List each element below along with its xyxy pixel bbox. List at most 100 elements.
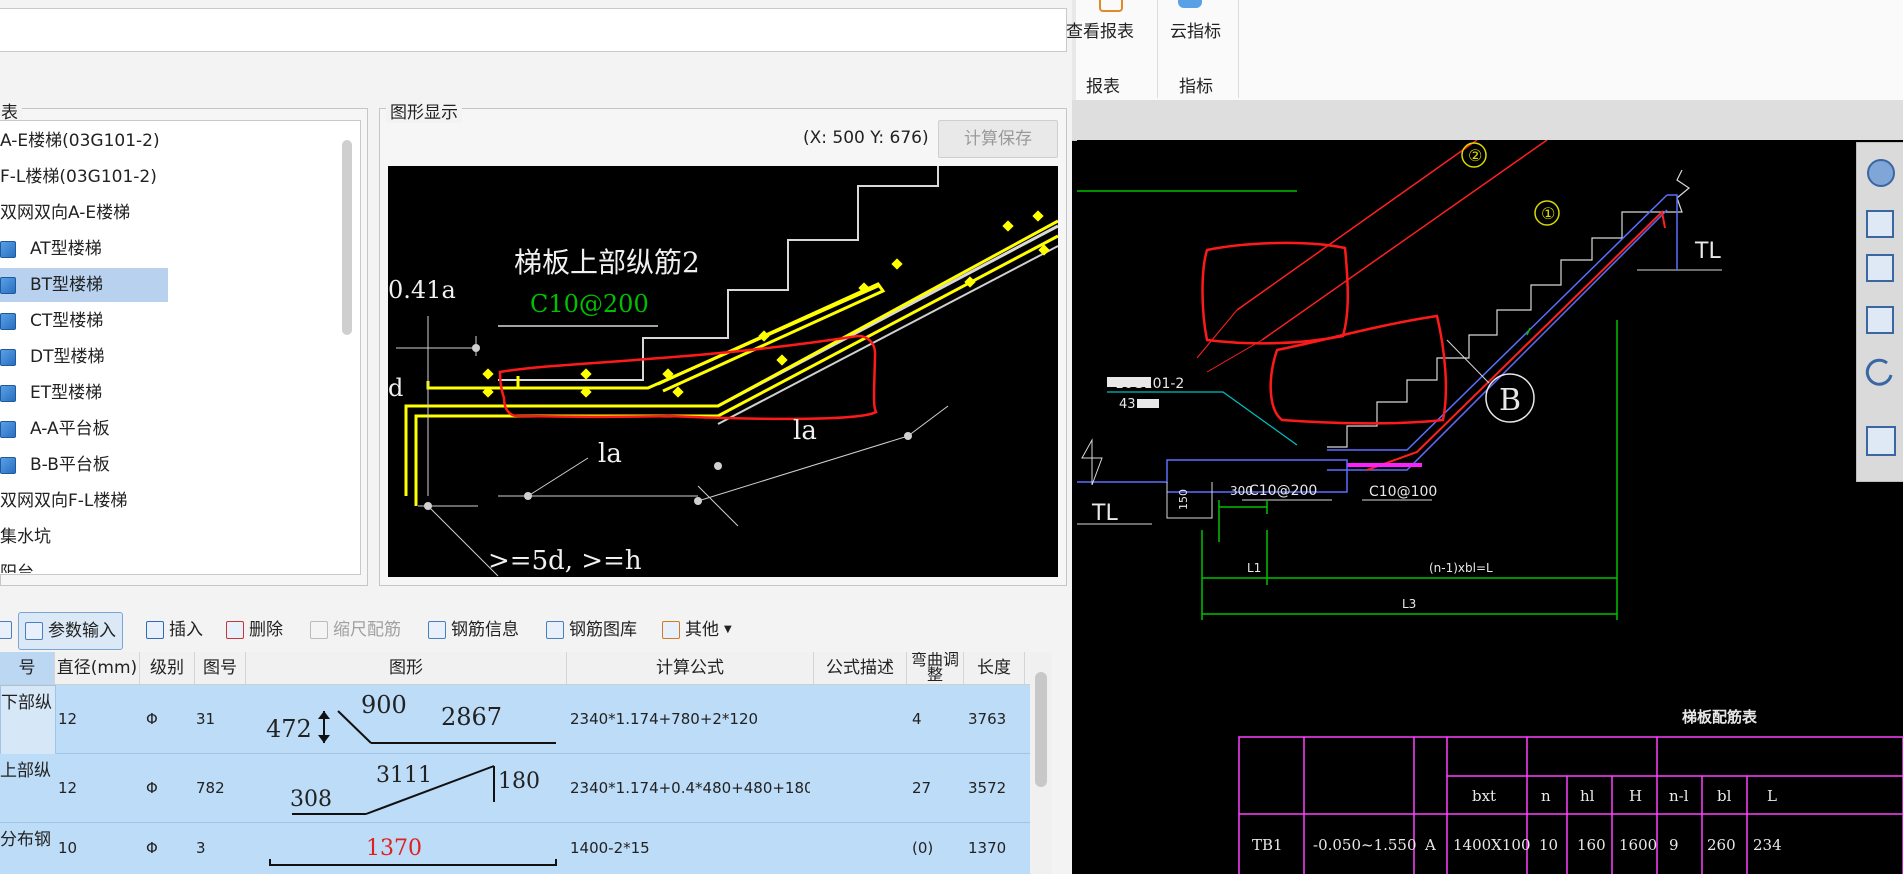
tree-item[interactable]: 双网双向F-L楼梯: [0, 484, 127, 518]
cell-grade[interactable]: Φ: [146, 823, 186, 874]
tree-item-label: F-L楼梯(03G101-2): [0, 167, 157, 187]
report-group-label: 报表: [1086, 77, 1120, 97]
view-report-button[interactable]: 查看报表: [1066, 17, 1134, 42]
tree-item[interactable]: F-L楼梯(03G101-2): [0, 160, 157, 194]
rebar-table: 号 直径(mm) 级别 图号 图形 计算公式 公式描述 弯曲调整 长度 下部纵 …: [0, 652, 1030, 874]
shape-dim-b: 3111: [376, 763, 432, 788]
book-icon: [0, 421, 16, 438]
cell-length[interactable]: 3763: [968, 685, 1028, 753]
tree-item[interactable]: DT型楼梯: [0, 340, 104, 374]
coordinate-readout: (X: 500 Y: 676): [803, 128, 929, 148]
tree-item[interactable]: 集水坑: [0, 520, 51, 554]
cell-fig[interactable]: 31: [196, 685, 244, 753]
insert-button[interactable]: 插入: [146, 612, 203, 648]
shape-dim-b: 900: [361, 691, 407, 719]
drawing-title: 梯板上部纵筋2: [514, 246, 700, 279]
cell-formula[interactable]: 1400-2*15: [570, 823, 810, 874]
cell-desc[interactable]: [818, 823, 906, 874]
book-icon: [0, 313, 16, 330]
cell-fig[interactable]: 3: [196, 823, 244, 874]
other-label: 其他: [685, 620, 719, 640]
tree-item[interactable]: 阳台: [0, 556, 34, 573]
cell-formula[interactable]: 2340*1.174+780+2*120: [570, 685, 810, 753]
dim-nl-label: (n-1)xbl=L: [1429, 561, 1493, 575]
tl-bottom-label: TL: [1091, 501, 1118, 526]
calc-save-button[interactable]: 计算保存: [938, 120, 1058, 158]
table-cell: 160: [1577, 836, 1606, 854]
tl-top-label: TL: [1694, 239, 1721, 264]
scale-rebar-button[interactable]: 缩尺配筋: [310, 612, 401, 648]
col-header-shape[interactable]: 图形: [246, 652, 567, 684]
col-header-diameter[interactable]: 直径(mm): [55, 652, 140, 684]
table-scrollbar-thumb[interactable]: [1035, 672, 1047, 787]
cell-diameter[interactable]: 12: [58, 754, 138, 822]
drawing-d: d: [388, 374, 403, 402]
cell-bend[interactable]: 27: [912, 754, 962, 822]
dim-l3-label: L3: [1402, 597, 1416, 611]
col-header-grade[interactable]: 级别: [140, 652, 195, 684]
table-cell: 1400X100: [1453, 836, 1530, 854]
rebar-info-button[interactable]: 钢筋信息: [428, 612, 519, 648]
cloud-index-button[interactable]: 云指标: [1170, 17, 1221, 42]
table-subhead: bxt: [1472, 787, 1496, 805]
view-tools-icons: [1865, 159, 1896, 456]
cell-name[interactable]: 上部纵: [0, 754, 54, 822]
table-subhead: H: [1629, 787, 1642, 805]
shape-dim-a: 308: [290, 787, 332, 812]
c10-100-label: C10@100: [1369, 484, 1437, 500]
cell-desc[interactable]: [818, 754, 906, 822]
cell-bend[interactable]: 4: [912, 685, 962, 753]
tree-item-label: ET型楼梯: [30, 383, 103, 403]
cell-length[interactable]: 3572: [968, 754, 1028, 822]
circle-1-label: ①: [1541, 204, 1555, 223]
col-header-no[interactable]: 号: [0, 652, 55, 684]
tree-item-label: 双网双向A-E楼梯: [0, 203, 131, 223]
col-header-length[interactable]: 长度: [964, 652, 1025, 684]
book-icon: [0, 457, 16, 474]
cell-fig[interactable]: 782: [196, 754, 244, 822]
col-header-fig[interactable]: 图号: [195, 652, 246, 684]
cell-length[interactable]: 1370: [968, 823, 1028, 874]
tree-item[interactable]: A-A平台板: [0, 412, 110, 446]
top-input-field[interactable]: [0, 8, 1067, 52]
cell-shape: 1370: [256, 823, 566, 874]
rebar-library-button[interactable]: 钢筋图库: [546, 612, 637, 648]
cell-grade[interactable]: Φ: [146, 754, 186, 822]
ribbon-divider: [1238, 0, 1239, 98]
tree-item-selected[interactable]: BT型楼梯: [0, 268, 168, 302]
cad-tab-strip: [1072, 100, 1903, 141]
insert-label: 插入: [169, 620, 203, 640]
table-row[interactable]: 下部纵 12 Φ 31 472 900 2867 2340*1.174+780+…: [0, 685, 1030, 755]
ribbon-divider: [1157, 0, 1158, 98]
other-button[interactable]: 其他 ▼: [662, 612, 732, 648]
cell-diameter[interactable]: 12: [58, 685, 138, 753]
cell-name[interactable]: 分布钢: [0, 823, 54, 874]
col-header-desc[interactable]: 公式描述: [814, 652, 907, 684]
tree-item[interactable]: B-B平台板: [0, 448, 110, 482]
param-input-button[interactable]: 参数输入: [18, 612, 123, 650]
tree-item[interactable]: A-E楼梯(03G101-2): [0, 124, 160, 158]
cell-bend[interactable]: (0): [912, 823, 962, 874]
cell-name[interactable]: 下部纵: [0, 685, 56, 755]
shape-sketch: 472 900 2867: [266, 691, 556, 744]
cell-desc[interactable]: [818, 685, 906, 753]
tree-item[interactable]: CT型楼梯: [0, 304, 103, 338]
tree-item-label: 集水坑: [0, 527, 51, 547]
tree-item[interactable]: AT型楼梯: [0, 232, 102, 266]
col-header-formula[interactable]: 计算公式: [567, 652, 814, 684]
tree-item[interactable]: 双网双向A-E楼梯: [0, 196, 130, 230]
toolbar-edge-button[interactable]: [0, 612, 12, 648]
rebar-drawing-canvas[interactable]: 梯板上部纵筋2 C10@200 0.41a d la la >=5d, >=h: [388, 166, 1058, 577]
table-row[interactable]: 分布钢 10 Φ 3 1370 1400-2*15 (0) 1370: [0, 823, 1030, 874]
col-header-bend[interactable]: 弯曲调整: [907, 652, 964, 684]
cell-grade[interactable]: Φ: [146, 685, 186, 753]
insert-icon: [146, 621, 164, 639]
cad-viewport[interactable]: ② ① TL TL 150 C10@200 C10@100 43 300 L1 …: [1077, 140, 1903, 874]
cell-formula[interactable]: 2340*1.174+0.4*480+480+180: [570, 754, 810, 822]
delete-button[interactable]: 删除: [226, 612, 283, 648]
tree-item[interactable]: ET型楼梯: [0, 376, 102, 410]
table-row[interactable]: 上部纵 12 Φ 782 308 3111 180 2340*1.174+0.4…: [0, 754, 1030, 823]
scale-rebar-label: 缩尺配筋: [333, 620, 401, 640]
dim-300-label: 300: [1230, 484, 1253, 498]
cell-diameter[interactable]: 10: [58, 823, 138, 874]
